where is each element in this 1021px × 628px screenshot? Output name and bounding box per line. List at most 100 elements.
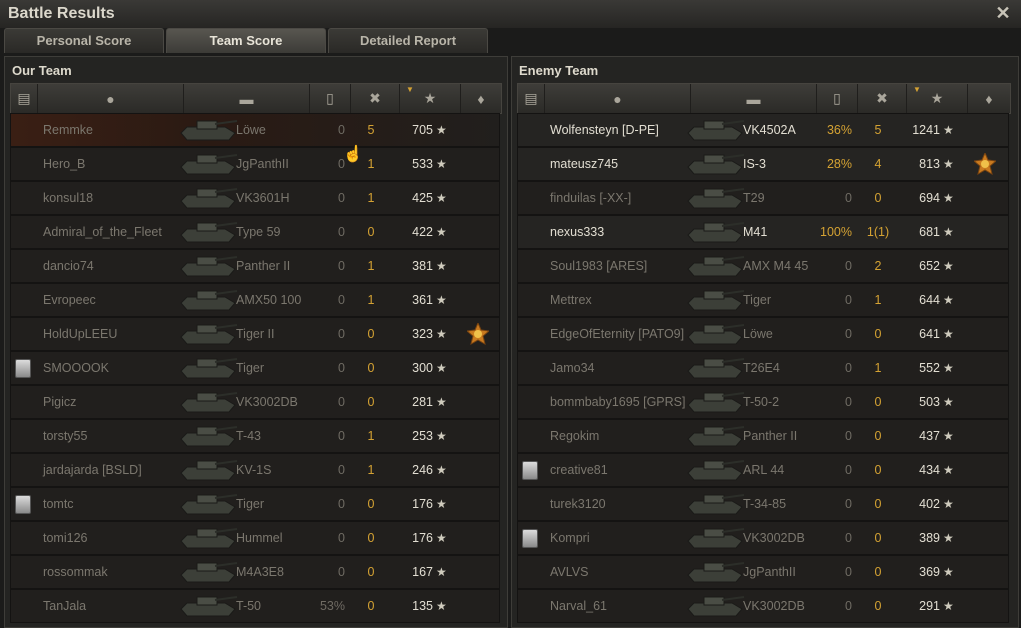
star-icon: ★: [436, 191, 447, 205]
player-name: Remmke: [43, 123, 94, 137]
header-xp-column[interactable]: ▼ ★: [907, 84, 968, 113]
table-row[interactable]: Admiral_of_the_Fleet Type 59 0 0 422 ★: [10, 215, 500, 249]
badge-icon: ▤: [524, 90, 538, 106]
header-badge-column[interactable]: ▤: [518, 84, 545, 113]
star-icon: ★: [943, 327, 954, 341]
header-player-column[interactable]: ●: [38, 84, 184, 113]
table-row[interactable]: tomi126 Hummel 0 0 176 ★: [10, 521, 500, 555]
table-row[interactable]: Mettrex Tiger 0 1 644 ★: [517, 283, 1009, 317]
header-player-column[interactable]: ●: [545, 84, 691, 113]
table-row[interactable]: creative81 ARL 44 0 0 434 ★: [517, 453, 1009, 487]
star-icon: ★: [436, 327, 447, 341]
battle-results-window: Battle Results ✕ Personal Score Team Sco…: [0, 0, 1021, 628]
tank-icon: [686, 219, 746, 245]
star-icon: ★: [943, 123, 954, 137]
header-survival-column[interactable]: ▯: [817, 84, 858, 113]
vehicle-name: Panther II: [236, 259, 291, 273]
table-row[interactable]: Soul1983 [ARES] AMX M4 45 0 2 652 ★: [517, 249, 1009, 283]
header-badge-column[interactable]: ▤: [11, 84, 38, 113]
table-row[interactable]: turek3120 T-34-85 0 0 402 ★: [517, 487, 1009, 521]
vehicle-name: Tiger: [743, 293, 772, 307]
kills-value: 0: [367, 565, 375, 579]
tank-icon: [686, 423, 746, 449]
medal-icon[interactable]: [465, 321, 491, 346]
survival-value: 0: [338, 259, 345, 273]
table-row[interactable]: finduilas [-XX-] T29 0 0 694 ★: [517, 181, 1009, 215]
vehicle-name: Hummel: [236, 531, 283, 545]
tank-icon: ▬: [239, 90, 254, 107]
table-row[interactable]: konsul18 VK3601H 0 1 425 ★: [10, 181, 500, 215]
vehicle-name: T-43: [236, 429, 262, 443]
medal-icon[interactable]: [972, 151, 998, 176]
survival-value: 0: [338, 157, 345, 171]
player-name: SMOOOOK: [43, 361, 109, 375]
vehicle-name: VK3002DB: [743, 599, 805, 613]
star-icon: ★: [943, 225, 954, 239]
header-kills-column[interactable]: ✖: [351, 84, 400, 113]
title-bar: Battle Results ✕: [0, 0, 1021, 28]
tank-icon: [179, 457, 239, 483]
player-name: Narval_61: [550, 599, 607, 613]
table-row[interactable]: Regokim Panther II 0 0 437 ★: [517, 419, 1009, 453]
table-row[interactable]: HoldUpLEEU Tiger II 0 0 323 ★: [10, 317, 500, 351]
xp-value: 381: [412, 259, 433, 273]
table-row[interactable]: dancio74 Panther II 0 1 381 ★: [10, 249, 500, 283]
header-vehicle-column[interactable]: ▬: [184, 84, 310, 113]
player-name: mateusz745: [550, 157, 619, 171]
tab-detailed-report[interactable]: Detailed Report: [328, 28, 488, 53]
player-name: Regokim: [550, 429, 600, 443]
table-row[interactable]: torsty55 T-43 0 1 253 ★: [10, 419, 500, 453]
tank-icon: [179, 151, 239, 177]
survival-value: 0: [338, 497, 345, 511]
player-name: dancio74: [43, 259, 94, 273]
table-row[interactable]: Wolfensteyn [D-PE] VK4502A 36% 5 1241 ★: [517, 113, 1009, 147]
header-survival-column[interactable]: ▯: [310, 84, 351, 113]
table-row[interactable]: tomtc Tiger 0 0 176 ★: [10, 487, 500, 521]
player-name: Admiral_of_the_Fleet: [43, 225, 162, 239]
table-row[interactable]: nexus333 M41 100% 1(1) 681 ★: [517, 215, 1009, 249]
table-row[interactable]: EdgeOfEternity [PATO9] Löwe 0 0 641 ★: [517, 317, 1009, 351]
table-row[interactable]: Hero_B JgPanthII 0 1 533 ★: [10, 147, 500, 181]
xp-value: 422: [412, 225, 433, 239]
tab-personal-score[interactable]: Personal Score: [4, 28, 164, 53]
table-row[interactable]: Remmke Löwe 0 5 705 ★: [10, 113, 500, 147]
header-medal-column[interactable]: ♦: [968, 84, 1010, 113]
kills-value: 1(1): [866, 225, 890, 239]
player-name: TanJala: [43, 599, 87, 613]
star-icon: ★: [436, 565, 447, 579]
star-icon: ★: [436, 259, 447, 273]
table-row[interactable]: mateusz745 IS-3 28% 4 813 ★: [517, 147, 1009, 181]
star-icon: ★: [436, 157, 447, 171]
kills-value: 1: [874, 361, 882, 375]
table-row[interactable]: Jamo34 T26E4 0 1 552 ★: [517, 351, 1009, 385]
header-kills-column[interactable]: ✖: [858, 84, 907, 113]
tank-icon: [686, 593, 746, 619]
table-row[interactable]: Evropeec AMX50 100 0 1 361 ★: [10, 283, 500, 317]
kills-value: 1: [367, 191, 375, 205]
header-vehicle-column[interactable]: ▬: [691, 84, 817, 113]
survival-value: 0: [845, 429, 852, 443]
table-row[interactable]: rossommak M4A3E8 0 0 167 ★: [10, 555, 500, 589]
kills-value: 1: [874, 293, 882, 307]
tab-team-score[interactable]: Team Score: [166, 28, 326, 53]
player-name: konsul18: [43, 191, 94, 205]
header-medal-column[interactable]: ♦: [461, 84, 501, 113]
table-row[interactable]: SMOOOOK Tiger 0 0 300 ★: [10, 351, 500, 385]
table-row[interactable]: jardajarda [BSLD] KV-1S 0 1 246 ★: [10, 453, 500, 487]
our-team-title: Our Team: [12, 63, 72, 78]
table-row[interactable]: bommbaby1695 [GPRS] T-50-2 0 0 503 ★: [517, 385, 1009, 419]
table-row[interactable]: Kompri VK3002DB 0 0 389 ★: [517, 521, 1009, 555]
table-row[interactable]: TanJala T-50 53% 0 135 ★: [10, 589, 500, 623]
header-xp-column[interactable]: ▼ ★: [400, 84, 461, 113]
kills-value: 0: [367, 327, 375, 341]
table-row[interactable]: AVLVS JgPanthII 0 0 369 ★: [517, 555, 1009, 589]
class-badge-icon: [522, 461, 538, 480]
table-row[interactable]: Pigicz VK3002DB 0 0 281 ★: [10, 385, 500, 419]
shield-icon: ▯: [326, 90, 334, 106]
player-icon: ●: [106, 90, 115, 107]
xp-value: 135: [412, 599, 433, 613]
table-row[interactable]: Narval_61 VK3002DB 0 0 291 ★: [517, 589, 1009, 623]
tank-icon: [179, 185, 239, 211]
survival-value: 0: [338, 191, 345, 205]
close-icon[interactable]: ✕: [993, 2, 1013, 24]
